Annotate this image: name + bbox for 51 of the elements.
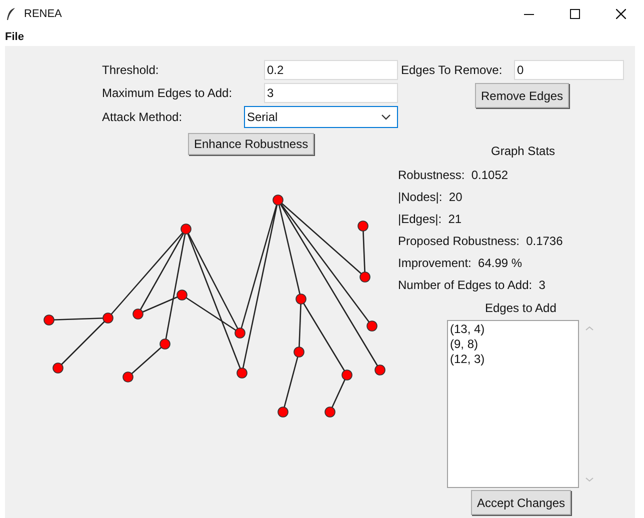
graph-node (160, 338, 170, 350)
graph-node (278, 406, 288, 418)
threshold-field[interactable]: 0.2 (264, 60, 398, 80)
stat-line: |Edges|: 21 (398, 211, 462, 228)
feather-icon (6, 7, 16, 21)
graph-node (44, 314, 54, 326)
section-heading: Edges to Add (485, 301, 556, 315)
graph-node (236, 368, 248, 378)
graph-node (342, 370, 352, 380)
section-heading: Graph Stats (491, 144, 556, 158)
field-label: Maximum Edges to Add: (102, 85, 234, 102)
field-label: Edges To Remove: (401, 62, 504, 79)
graph-node (102, 312, 114, 324)
graph-node (366, 320, 378, 332)
edges-to-remove-field[interactable]: 0 (514, 60, 624, 80)
field-label: Attack Method: (102, 109, 184, 126)
attack-method-dropdown[interactable]: Serial (244, 106, 398, 128)
menu-item[interactable]: File (4, 28, 25, 46)
list-item[interactable]: (13, 4) (450, 322, 485, 337)
graph-node (52, 362, 64, 374)
enhance-robustness-button[interactable]: Enhance Robustness (188, 133, 314, 155)
stat-line: Number of Edges to Add: 3 (398, 277, 546, 294)
stat-line: Proposed Robustness: 0.1736 (398, 233, 563, 250)
accept-changes-button[interactable]: Accept Changes (471, 490, 572, 515)
graph-node (374, 364, 386, 376)
stat-line: Improvement: 64.99 % (398, 255, 522, 272)
remove-edges-button[interactable]: Remove Edges (475, 83, 570, 108)
graph-node (360, 272, 370, 282)
maximize-icon (570, 9, 580, 19)
scroll-up-icon[interactable] (585, 326, 594, 331)
graph-node (132, 308, 144, 320)
stat-line: |Nodes|: 20 (398, 189, 462, 206)
field-label: Threshold: (102, 62, 160, 79)
graph-node (324, 406, 336, 418)
graph-node (234, 328, 246, 338)
graph-node (272, 194, 284, 206)
close-icon (616, 9, 626, 19)
list-item[interactable]: (9, 8) (450, 337, 478, 352)
graph-node (176, 290, 188, 300)
graph-node (358, 220, 368, 232)
max-edges-field[interactable]: 3 (264, 83, 398, 103)
list-item[interactable]: (12, 3) (450, 352, 485, 367)
window-title: RENEA (24, 6, 62, 22)
graph-node (180, 224, 192, 234)
graph-node (296, 294, 306, 304)
graph-node (122, 372, 134, 382)
stat-line: Robustness: 0.1052 (398, 167, 508, 184)
graph-node (294, 346, 304, 358)
edges-list[interactable]: (13, 4) (9, 8) (12, 3) (447, 320, 579, 488)
chevron-down-icon (381, 114, 391, 120)
scroll-down-icon[interactable] (585, 477, 594, 482)
